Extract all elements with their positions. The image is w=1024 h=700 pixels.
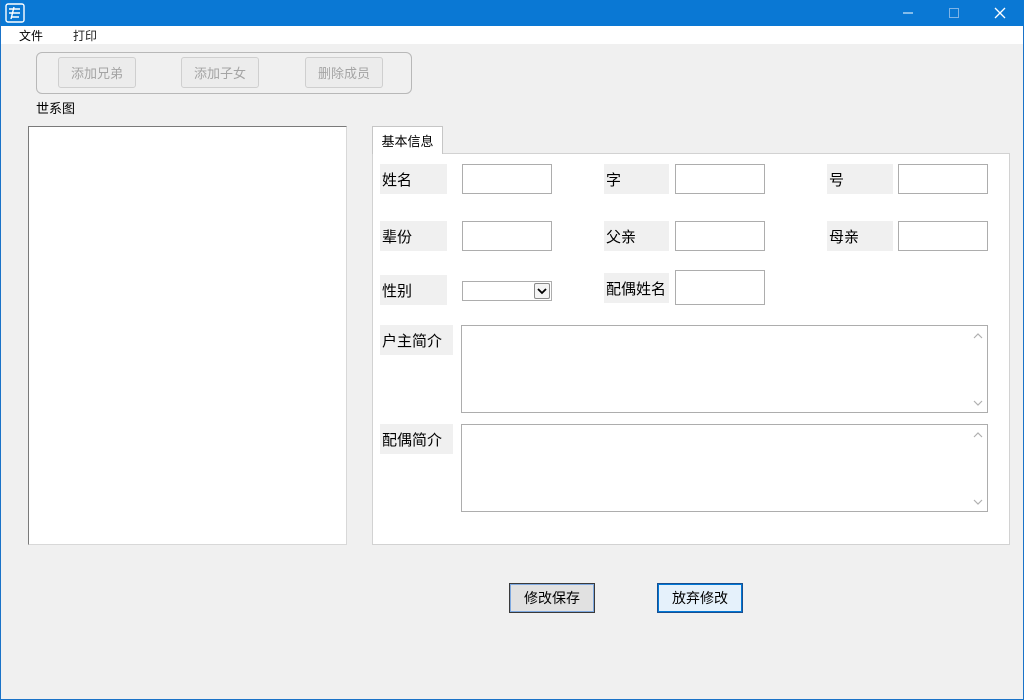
name-label: 姓名 bbox=[380, 164, 447, 194]
app-logo-icon bbox=[5, 3, 25, 23]
spouse-intro-label: 配偶简介 bbox=[380, 424, 453, 454]
scroll-down-icon[interactable] bbox=[972, 397, 984, 409]
add-child-button[interactable]: 添加子女 bbox=[181, 57, 259, 88]
courtesy-name-label: 字 bbox=[604, 164, 669, 194]
tab-basic-info[interactable]: 基本信息 bbox=[372, 126, 443, 154]
menu-print[interactable]: 打印 bbox=[71, 27, 99, 44]
app-window: 文件 打印 添加兄弟 添加子女 删除成员 世系图 基本信息 姓名 字 号 辈份 … bbox=[0, 0, 1024, 700]
alias-label: 号 bbox=[827, 164, 893, 194]
courtesy-name-input[interactable] bbox=[675, 164, 765, 194]
close-button[interactable] bbox=[977, 0, 1023, 26]
spouse-intro-textarea[interactable] bbox=[461, 424, 988, 512]
minimize-icon bbox=[903, 12, 913, 14]
alias-input[interactable] bbox=[898, 164, 988, 194]
father-label: 父亲 bbox=[604, 221, 669, 251]
householder-intro-label: 户主简介 bbox=[380, 325, 453, 355]
householder-intro-textarea[interactable] bbox=[461, 325, 988, 413]
spouse-name-label: 配偶姓名 bbox=[604, 273, 669, 303]
generation-label: 辈份 bbox=[380, 221, 447, 251]
chevron-down-icon[interactable] bbox=[534, 283, 550, 299]
spouse-name-input[interactable] bbox=[675, 270, 765, 305]
mother-input[interactable] bbox=[898, 221, 988, 251]
gender-label: 性别 bbox=[380, 275, 447, 305]
family-tree-view[interactable] bbox=[28, 126, 347, 545]
scroll-up-icon[interactable] bbox=[972, 428, 984, 440]
discard-changes-button[interactable]: 放弃修改 bbox=[657, 583, 743, 613]
maximize-button[interactable] bbox=[931, 0, 977, 26]
add-sibling-button[interactable]: 添加兄弟 bbox=[58, 57, 136, 88]
gender-select[interactable] bbox=[462, 281, 552, 301]
name-input[interactable] bbox=[462, 164, 552, 194]
minimize-button[interactable] bbox=[885, 0, 931, 26]
close-icon bbox=[994, 7, 1006, 19]
delete-member-button[interactable]: 删除成员 bbox=[305, 57, 383, 88]
mother-label: 母亲 bbox=[827, 221, 893, 251]
member-toolbar: 添加兄弟 添加子女 删除成员 bbox=[36, 52, 412, 94]
maximize-icon bbox=[949, 8, 959, 18]
tree-label: 世系图 bbox=[36, 102, 76, 117]
scroll-up-icon[interactable] bbox=[972, 329, 984, 341]
father-input[interactable] bbox=[675, 221, 765, 251]
menu-bar: 文件 打印 bbox=[1, 26, 1023, 44]
scroll-down-icon[interactable] bbox=[972, 496, 984, 508]
save-changes-button[interactable]: 修改保存 bbox=[509, 583, 595, 613]
menu-file[interactable]: 文件 bbox=[17, 27, 45, 44]
generation-input[interactable] bbox=[462, 221, 552, 251]
title-bar bbox=[1, 0, 1024, 26]
